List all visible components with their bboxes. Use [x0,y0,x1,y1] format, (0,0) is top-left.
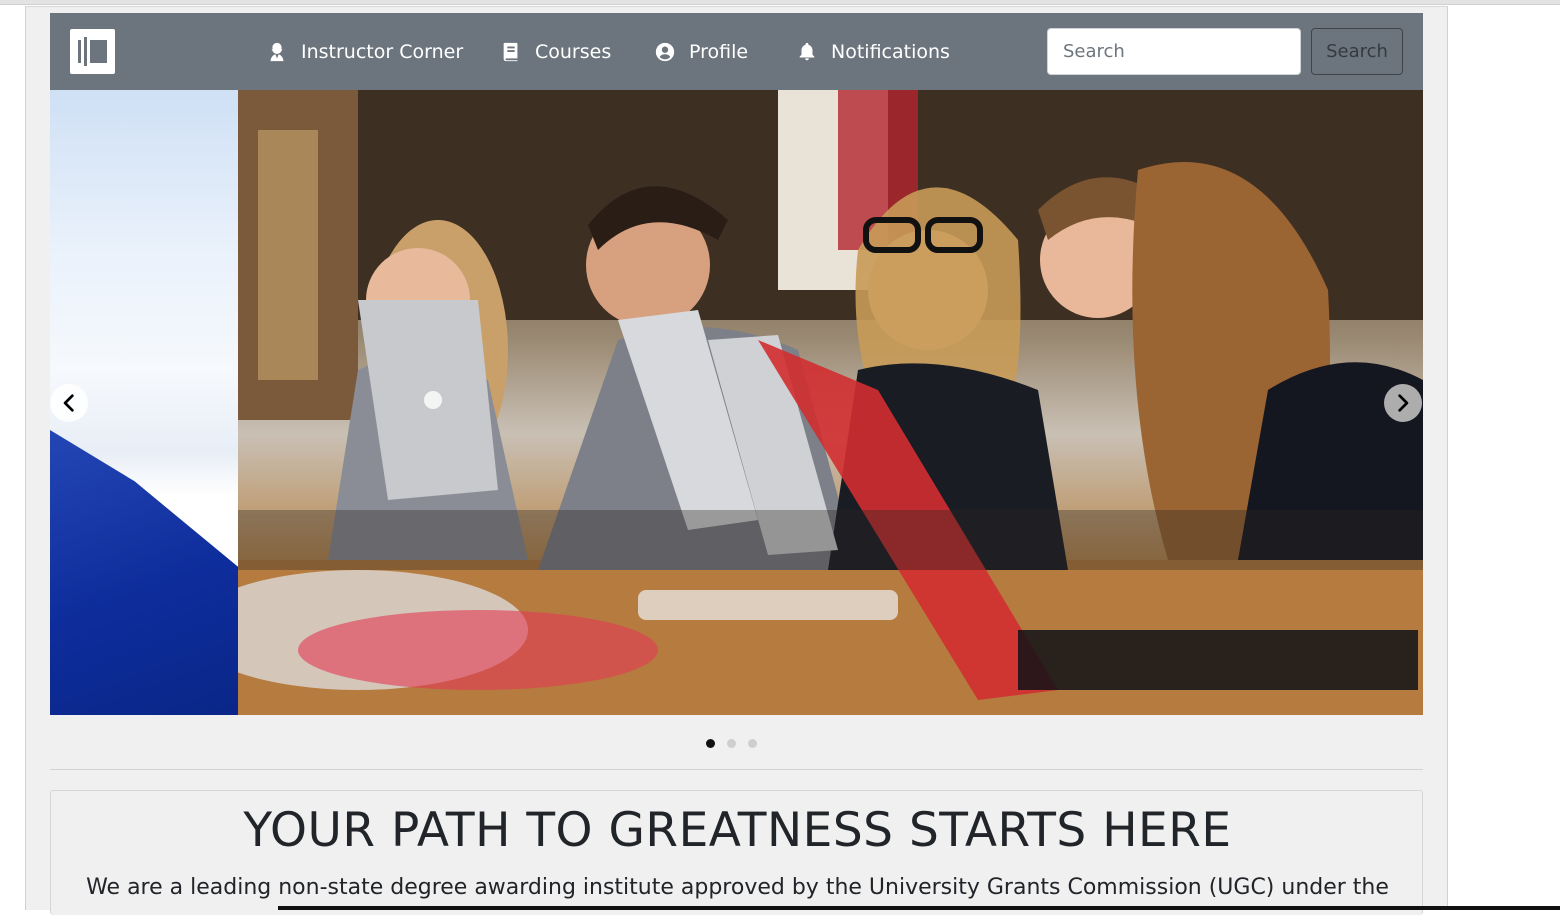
nav-link-courses[interactable]: Courses [500,39,611,65]
section-divider [50,769,1423,770]
nav-link-label: Profile [689,41,749,63]
students-with-laptops-photo [238,90,1423,715]
navbar: Instructor Corner Courses Profile Notifi… [50,13,1423,90]
search-button[interactable]: Search [1311,28,1403,75]
carousel-indicator-2[interactable] [727,739,736,748]
nav-link-instructor-corner[interactable]: Instructor Corner [266,39,463,65]
carousel-indicators [706,739,757,748]
browser-top-rule [0,0,1560,5]
carousel-slide-active [238,90,1423,715]
taskbar-edge [278,906,1560,910]
bell-icon [799,42,815,61]
search-input[interactable] [1047,28,1301,75]
carousel-next-button[interactable] [1384,384,1422,422]
user-circle-icon [655,42,675,62]
user-tie-icon [270,42,284,62]
chevron-right-icon [1398,394,1409,412]
carousel-indicator-1[interactable] [706,739,715,748]
carousel-prev-button[interactable] [50,384,88,422]
nav-link-profile[interactable]: Profile [654,39,748,65]
hero-description: We are a leading non-state degree awardi… [86,875,1389,900]
nav-link-notifications[interactable]: Notifications [796,39,950,65]
chevron-left-icon [63,394,74,412]
book-icon [503,42,518,62]
nav-link-label: Instructor Corner [301,41,464,63]
carousel-indicator-3[interactable] [748,739,757,748]
hero-title: YOUR PATH TO GREATNESS STARTS HERE [243,803,1232,858]
hero-carousel [50,90,1423,715]
nav-link-label: Courses [535,41,612,63]
brand-logo-icon[interactable] [70,29,115,74]
nav-link-label: Notifications [831,41,950,63]
hero-card: YOUR PATH TO GREATNESS STARTS HERE We ar… [50,790,1423,915]
